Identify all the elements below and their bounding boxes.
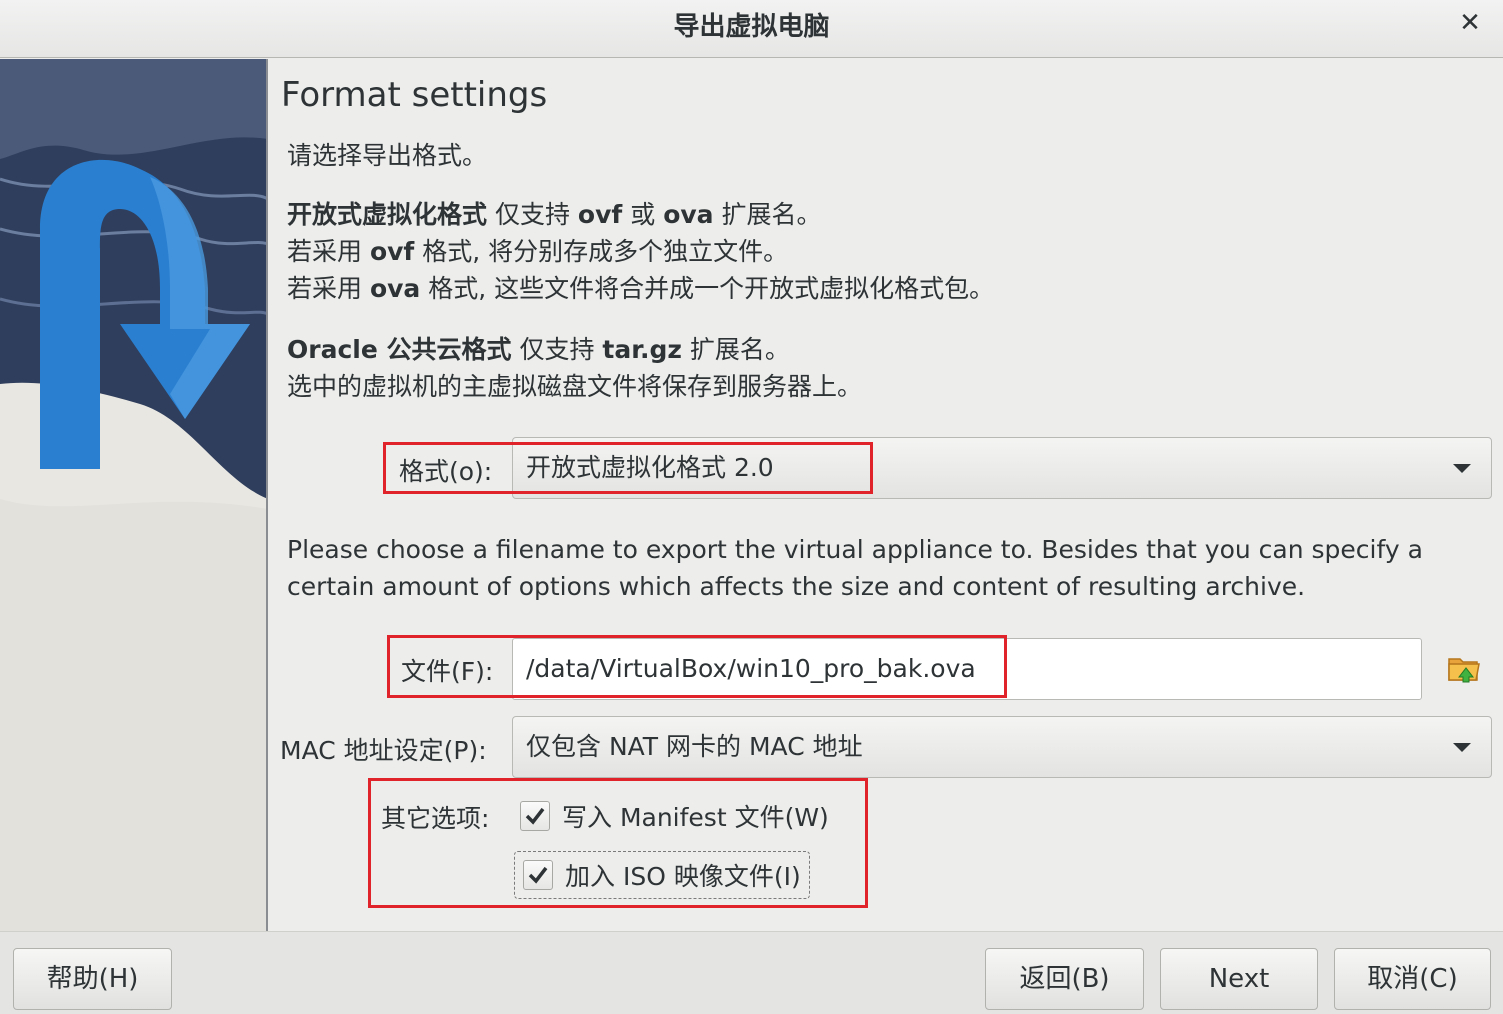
chevron-down-icon bbox=[1453, 743, 1471, 752]
mac-policy-combo[interactable]: 仅包含 NAT 网卡的 MAC 地址 bbox=[512, 716, 1492, 778]
folder-icon[interactable] bbox=[1447, 651, 1483, 687]
ovf-title: 开放式虚拟化格式 bbox=[287, 200, 488, 229]
title-bar: 导出虚拟电脑 ✕ bbox=[0, 0, 1503, 58]
ovf-description: 开放式虚拟化格式 仅支持 ovf 或 ova 扩展名。 若采用 ovf 格式, … bbox=[287, 196, 994, 307]
format-settings-page: Format settings 请选择导出格式。 开放式虚拟化格式 仅支持 ov… bbox=[269, 59, 1503, 931]
format-value: 开放式虚拟化格式 2.0 bbox=[526, 453, 774, 482]
intro-text: 请选择导出格式。 bbox=[287, 141, 488, 170]
mac-label: MAC 地址设定(P): bbox=[280, 736, 487, 765]
button-bar: 帮助(H) 返回(B) Next 取消(C) bbox=[0, 931, 1503, 1014]
help-button[interactable]: 帮助(H) bbox=[13, 948, 172, 1010]
oracle-text: 扩展名。 bbox=[681, 335, 790, 364]
banner-illustration bbox=[0, 59, 266, 931]
oracle-title: Oracle 公共云格式 bbox=[287, 335, 512, 364]
ova-ext: ova bbox=[369, 274, 421, 303]
iso-checkbox-row[interactable]: 加入 ISO 映像文件(I) bbox=[514, 851, 810, 899]
checkmark-icon bbox=[528, 866, 548, 884]
oracle-ext: tar.gz bbox=[602, 335, 682, 364]
format-label: 格式(o): bbox=[399, 457, 493, 486]
options-label: 其它选项: bbox=[381, 804, 490, 833]
ovf-text: 若采用 bbox=[287, 274, 370, 303]
ova-ext: ova bbox=[663, 200, 714, 229]
mac-value: 仅包含 NAT 网卡的 MAC 地址 bbox=[526, 732, 863, 761]
close-icon[interactable]: ✕ bbox=[1455, 8, 1485, 38]
filename-description: Please choose a filename to export the v… bbox=[287, 535, 1423, 601]
file-label: 文件(F): bbox=[401, 657, 494, 686]
ovf-text: 若采用 bbox=[287, 237, 370, 266]
manifest-label: 写入 Manifest 文件(W) bbox=[562, 803, 829, 832]
ovf-ext: ovf bbox=[369, 237, 415, 266]
oracle-text: 选中的虚拟机的主虚拟磁盘文件将保存到服务器上。 bbox=[287, 372, 863, 401]
checkmark-icon bbox=[525, 807, 545, 825]
oracle-text: 仅支持 bbox=[511, 335, 603, 364]
manifest-checkbox-row[interactable]: 写入 Manifest 文件(W) bbox=[520, 794, 829, 838]
cancel-button[interactable]: 取消(C) bbox=[1334, 948, 1491, 1010]
ovf-ext: ovf bbox=[577, 200, 623, 229]
ovf-text: 格式, 将分别存成多个独立文件。 bbox=[414, 237, 789, 266]
page-title: Format settings bbox=[281, 75, 548, 115]
chevron-down-icon bbox=[1453, 464, 1471, 473]
ovf-text: 扩展名。 bbox=[713, 200, 822, 229]
iso-label: 加入 ISO 映像文件(I) bbox=[565, 862, 801, 891]
file-input[interactable]: /data/VirtualBox/win10_pro_bak.ova bbox=[512, 638, 1422, 700]
ovf-text: 格式, 这些文件将合并成一个开放式虚拟化格式包。 bbox=[420, 274, 995, 303]
wizard-banner bbox=[0, 59, 268, 931]
window-title: 导出虚拟电脑 bbox=[673, 12, 830, 42]
next-button[interactable]: Next bbox=[1160, 948, 1318, 1010]
manifest-checkbox[interactable] bbox=[520, 801, 550, 831]
ovf-text: 仅支持 bbox=[487, 200, 578, 229]
format-combo[interactable]: 开放式虚拟化格式 2.0 bbox=[512, 437, 1492, 499]
back-button[interactable]: 返回(B) bbox=[985, 948, 1144, 1010]
iso-checkbox[interactable] bbox=[523, 860, 553, 890]
oracle-description: Oracle 公共云格式 仅支持 tar.gz 扩展名。 选中的虚拟机的主虚拟磁… bbox=[287, 331, 862, 405]
ovf-text: 或 bbox=[622, 200, 664, 229]
